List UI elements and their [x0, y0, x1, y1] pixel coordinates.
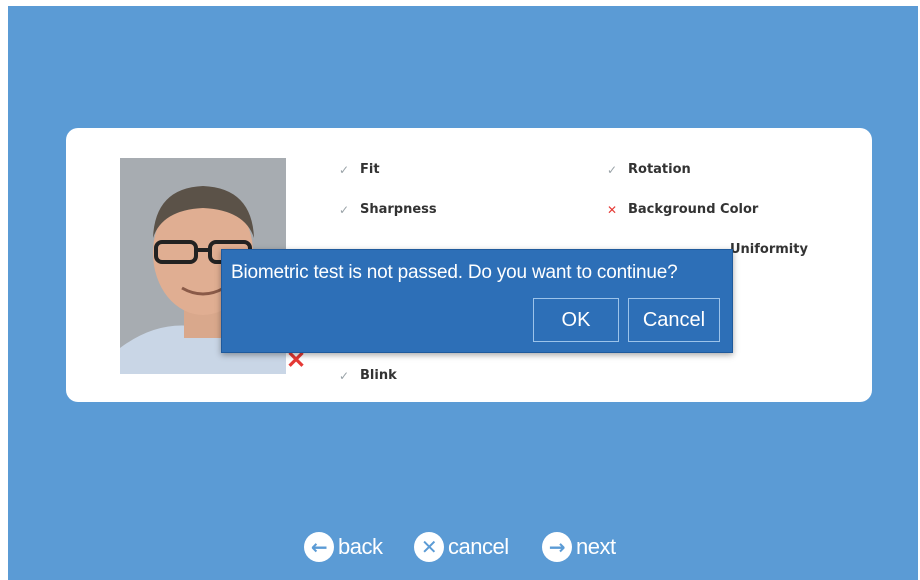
x-circle-icon: ✕ — [414, 532, 444, 562]
check-icon: ✓ — [606, 162, 618, 177]
app-background: ✓ Fit ✓ Rotation ✓ Sharpness ✕ Backgroun… — [8, 6, 918, 580]
check-item-sharpness: ✓ Sharpness — [336, 202, 437, 217]
check-label: Uniformity — [730, 242, 808, 257]
back-nav-button[interactable]: ← back — [304, 532, 383, 562]
check-item-blink: ✓ Blink — [336, 368, 397, 383]
check-icon: ✓ — [338, 202, 350, 217]
confirm-dialog: Biometric test is not passed. Do you wan… — [221, 249, 733, 353]
check-label: Sharpness — [360, 202, 437, 217]
next-label: next — [576, 534, 616, 559]
check-item-uniformity: Uniformity — [730, 242, 808, 257]
check-item-background-color: ✕ Background Color — [604, 202, 758, 217]
check-icon: ✓ — [338, 162, 350, 177]
check-label: Fit — [360, 162, 380, 177]
cancel-label: cancel — [448, 534, 509, 559]
cancel-button[interactable]: Cancel — [628, 298, 720, 342]
check-label: Blink — [360, 368, 397, 383]
check-label: Background Color — [628, 202, 759, 217]
check-label: Rotation — [628, 162, 691, 177]
cancel-nav-button[interactable]: ✕ cancel — [414, 532, 509, 562]
check-icon: ✓ — [338, 368, 350, 383]
arrow-right-circle-icon: → — [542, 532, 572, 562]
cross-icon: ✕ — [606, 202, 618, 217]
next-nav-button[interactable]: → next — [542, 532, 616, 562]
ok-button[interactable]: OK — [533, 298, 619, 342]
arrow-left-circle-icon: ← — [304, 532, 334, 562]
check-item-rotation: ✓ Rotation — [604, 162, 691, 177]
check-item-fit: ✓ Fit — [336, 162, 380, 177]
dialog-message: Biometric test is not passed. Do you wan… — [231, 262, 678, 283]
back-label: back — [338, 534, 383, 559]
